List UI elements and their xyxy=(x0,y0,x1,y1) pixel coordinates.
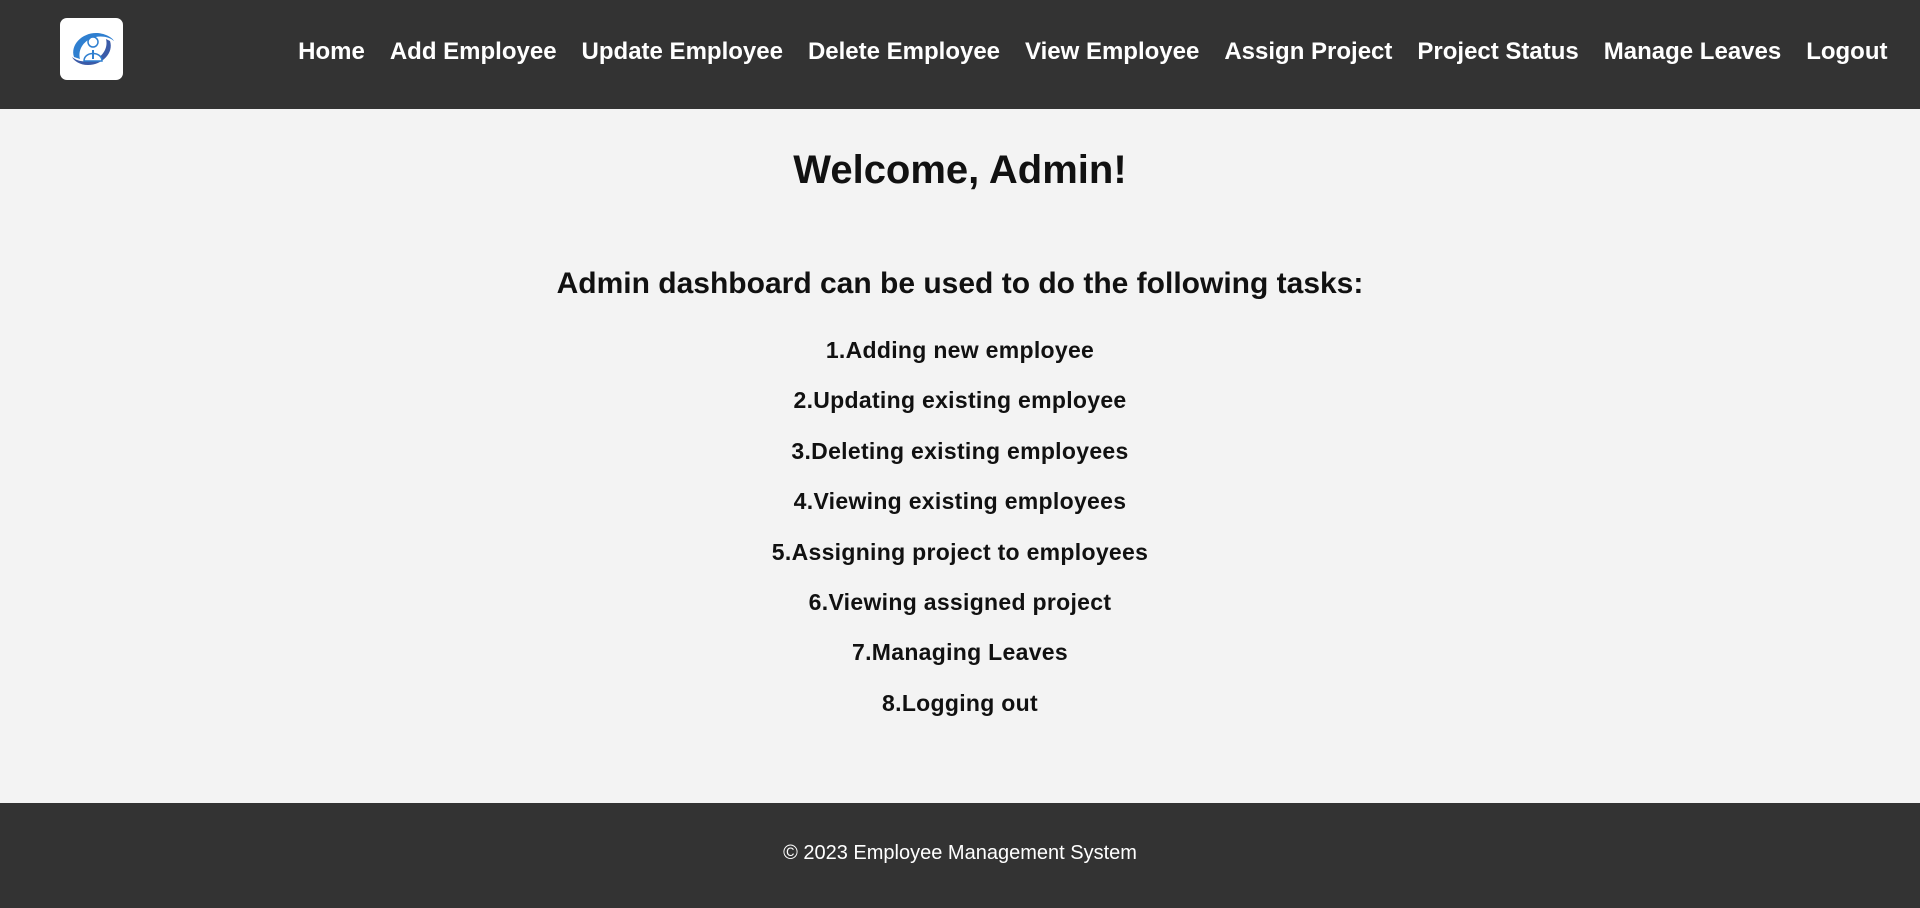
nav-add-employee-link[interactable]: Add Employee xyxy=(377,38,569,66)
task-item: 3.Deleting existing employees xyxy=(791,437,1129,464)
task-item: 5.Assigning project to employees xyxy=(771,538,1149,565)
main-nav: Home Add Employee Update Employee Delete… xyxy=(286,0,1900,104)
top-navbar: Home Add Employee Update Employee Delete… xyxy=(0,0,1920,109)
nav-manage-leaves-link[interactable]: Manage Leaves xyxy=(1591,38,1793,66)
nav-logout-link[interactable]: Logout xyxy=(1794,38,1900,66)
task-item: 4.Viewing existing employees xyxy=(793,488,1127,515)
employee-gear-logo-icon xyxy=(71,33,114,65)
task-item: 6.Viewing assigned project xyxy=(808,588,1112,615)
footer: © 2023 Employee Management System xyxy=(0,803,1920,908)
nav-delete-employee-link[interactable]: Delete Employee xyxy=(795,38,1012,66)
task-item: 2.Updating existing employee xyxy=(793,387,1127,414)
nav-view-employee-link[interactable]: View Employee xyxy=(1013,38,1212,66)
nav-assign-project-link[interactable]: Assign Project xyxy=(1212,38,1405,66)
task-item: 8.Logging out xyxy=(882,689,1038,716)
nav-home-link[interactable]: Home xyxy=(286,38,378,66)
logo[interactable] xyxy=(60,18,123,80)
copyright-text: © 2023 Employee Management System xyxy=(783,842,1137,864)
task-list: 1.Adding new employee 2.Updating existin… xyxy=(0,325,1920,728)
page-title: Welcome, Admin! xyxy=(793,148,1127,192)
dashboard-subtitle: Admin dashboard can be used to do the fo… xyxy=(556,267,1364,300)
nav-update-employee-link[interactable]: Update Employee xyxy=(569,38,795,66)
task-item: 1.Adding new employee xyxy=(825,337,1095,363)
nav-project-status-link[interactable]: Project Status xyxy=(1405,38,1591,66)
task-item: 7.Managing Leaves xyxy=(851,639,1068,666)
